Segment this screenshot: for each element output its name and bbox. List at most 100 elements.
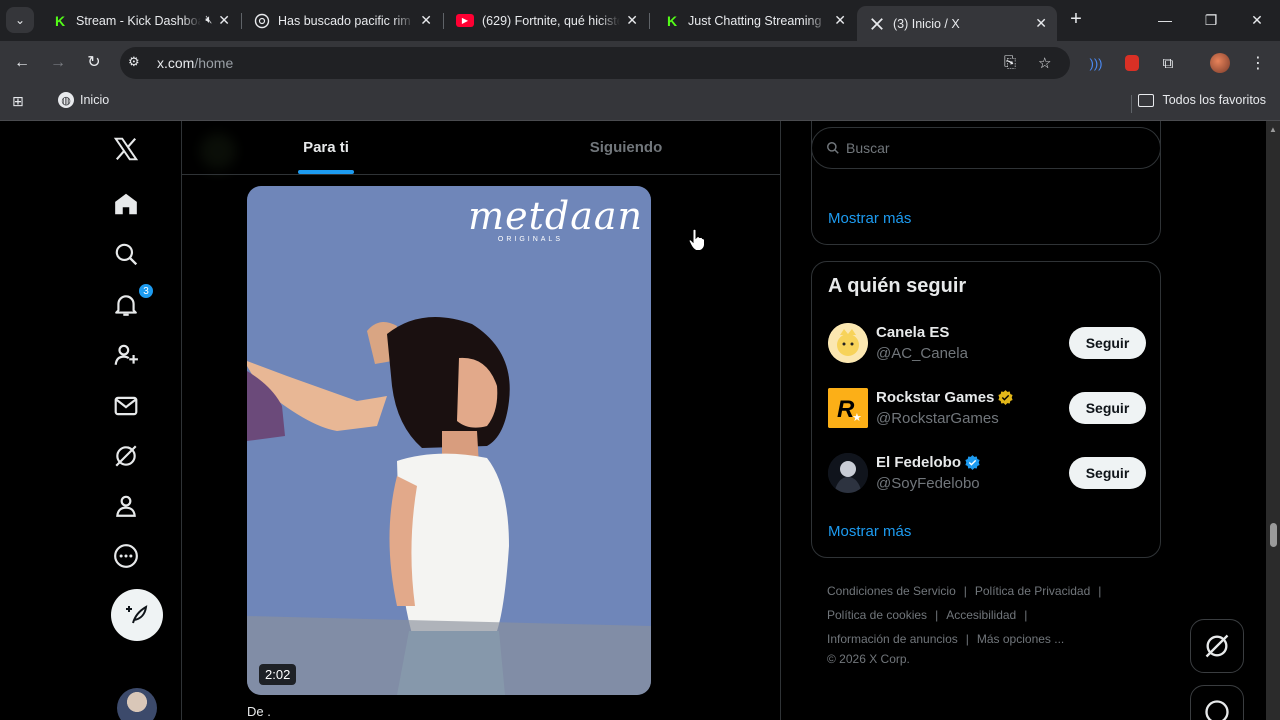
avatar: R ★ — [828, 388, 868, 428]
gold-verified-badge-icon — [998, 390, 1013, 405]
cookies-link[interactable]: Política de cookies — [827, 608, 927, 622]
globe-icon: ◍ — [58, 92, 74, 108]
bookmark-star-icon[interactable]: ☆ — [1038, 54, 1051, 72]
close-tab-icon[interactable]: ✕ — [626, 12, 638, 29]
grok-icon[interactable] — [112, 442, 140, 470]
show-more-follow-link[interactable]: Mostrar más — [828, 523, 911, 540]
suggestion-name: El Fedelobo — [876, 454, 981, 471]
x-logo-icon[interactable] — [112, 135, 140, 163]
privacy-link[interactable]: Política de Privacidad — [975, 584, 1090, 598]
close-tab-icon[interactable]: ✕ — [420, 12, 432, 29]
tab-search-button[interactable]: ⌄ — [6, 7, 34, 33]
x-logo-favicon-icon — [869, 16, 885, 32]
bookmark-inicio[interactable]: ◍ Inicio — [58, 92, 109, 108]
profile-avatar-icon[interactable] — [1210, 53, 1230, 73]
show-more-trends-link[interactable]: Mostrar más — [828, 210, 911, 227]
extension-adblock-icon[interactable] — [1122, 53, 1142, 73]
folder-icon — [1138, 93, 1155, 107]
new-tab-button[interactable]: + — [1064, 8, 1088, 32]
forward-button[interactable]: → — [46, 51, 70, 75]
search-icon — [827, 142, 839, 154]
profile-icon[interactable] — [112, 492, 140, 520]
apps-grid-icon[interactable]: ⊞ — [12, 93, 24, 110]
browser-menu-icon[interactable]: ⋮ — [1248, 53, 1268, 73]
browser-tab-google-search[interactable]: Has buscado pacific rim - Google ✕ — [242, 6, 442, 35]
chat-bubble-icon — [1205, 700, 1229, 720]
bookmarks-bar: ⊞ ◍ Inicio Todos los favoritos — [0, 85, 1280, 121]
suggestion-handle: @RockstarGames — [876, 410, 999, 427]
who-to-follow-title: A quién seguir — [828, 275, 967, 297]
restore-window-button[interactable]: ❐ — [1199, 8, 1223, 32]
ads-info-link[interactable]: Información de anuncios — [827, 632, 958, 646]
feed-tabs: Para ti Siguiendo — [182, 121, 780, 175]
back-button[interactable]: ← — [10, 51, 34, 75]
more-options-link[interactable]: Más opciones ... — [977, 632, 1064, 646]
browser-tab-x-home[interactable]: (3) Inicio / X ✕ — [857, 6, 1057, 41]
post-caption: De . — [247, 704, 271, 719]
grok-icon — [1205, 634, 1229, 658]
video-frame-illustration — [247, 316, 651, 695]
search-box[interactable]: Buscar — [811, 127, 1161, 169]
explore-search-icon[interactable] — [112, 240, 140, 268]
follow-button[interactable]: Seguir — [1069, 457, 1146, 489]
close-tab-icon[interactable]: ✕ — [834, 12, 846, 29]
notifications-badge: 3 — [138, 283, 154, 299]
sidebar-footer: Condiciones de Servicio | Política de Priv… — [827, 579, 1157, 667]
follow-suggestion-item[interactable]: El Fedelobo @SoyFedelobo Seguir — [828, 453, 1146, 497]
video-watermark: metdaan — [468, 194, 643, 238]
scrollbar-thumb[interactable] — [1270, 523, 1277, 547]
extensions-puzzle-icon[interactable]: ⧉ — [1158, 53, 1178, 73]
globe-favicon-icon — [254, 13, 270, 29]
accessibility-link[interactable]: Accesibilidad — [946, 608, 1016, 622]
terms-link[interactable]: Condiciones de Servicio — [827, 584, 956, 598]
browser-tab-kick-dashboard[interactable]: K Stream - Kick Dashboard 🔇︎ ✕ — [40, 6, 240, 35]
suggestion-name: Rockstar Games — [876, 389, 1014, 406]
feather-plus-icon — [126, 605, 148, 624]
home-icon[interactable] — [112, 190, 140, 218]
who-to-follow-card: A quién seguir Canela ES @AC_Canela Segu… — [811, 261, 1161, 558]
scroll-up-arrow-icon[interactable]: ▲ — [1269, 125, 1277, 134]
notifications-bell-icon[interactable]: 3 — [112, 283, 154, 319]
left-navigation: 3 — [100, 121, 180, 720]
active-tab-underline — [298, 170, 354, 174]
follow-suggestion-item[interactable]: Canela ES @AC_Canela Seguir — [828, 323, 1146, 367]
avatar — [828, 323, 868, 363]
follow-suggestion-item[interactable]: R ★ Rockstar Games @RockstarGames Seguir — [828, 388, 1146, 432]
messages-floating-button[interactable] — [1190, 685, 1244, 720]
compose-post-button[interactable] — [111, 589, 163, 641]
follow-button[interactable]: Seguir — [1069, 327, 1146, 359]
site-settings-icon[interactable]: ⚙ — [128, 54, 140, 70]
all-bookmarks-button[interactable]: Todos los favoritos — [1138, 93, 1266, 107]
hand-cursor-icon — [688, 228, 705, 251]
follow-user-icon[interactable] — [112, 341, 140, 369]
tab-following[interactable]: Siguiendo — [482, 121, 770, 174]
extension-wave-icon[interactable]: ))) — [1086, 53, 1106, 73]
more-options-icon[interactable] — [112, 542, 140, 570]
install-app-icon[interactable]: ⎘ — [1004, 54, 1016, 71]
video-watermark-sub: ORIGINALS — [497, 236, 563, 243]
tab-separator — [649, 13, 650, 29]
close-tab-icon[interactable]: ✕ — [1035, 15, 1047, 32]
follow-button[interactable]: Seguir — [1069, 392, 1146, 424]
browser-tab-kick-just-chatting[interactable]: K Just Chatting Streaming ✕ — [652, 6, 856, 35]
close-tab-icon[interactable]: ✕ — [218, 12, 230, 29]
bookmarks-divider — [1131, 95, 1132, 113]
address-bar[interactable]: ⚙ x.com/home ⎘ ☆ — [120, 47, 1070, 79]
browser-tabstrip: ⌄ K Stream - Kick Dashboard 🔇︎ ✕ Has bus… — [0, 0, 1280, 41]
minimize-window-button[interactable]: — — [1153, 8, 1177, 32]
tab-for-you[interactable]: Para ti — [182, 121, 470, 174]
grok-floating-button[interactable] — [1190, 619, 1244, 673]
suggestion-handle: @AC_Canela — [876, 345, 968, 362]
kick-favicon-icon: K — [666, 12, 678, 29]
avatar — [828, 453, 868, 493]
close-window-button[interactable]: ✕ — [1245, 8, 1269, 32]
url-text[interactable]: x.com/home — [157, 55, 233, 71]
browser-tab-youtube[interactable]: ▶ (629) Fortnite, qué hiciste ✕ — [444, 6, 648, 35]
post-video[interactable]: metdaan ORIGINALS 2:02 — [247, 186, 651, 695]
account-avatar[interactable] — [117, 688, 157, 720]
browser-toolbar: ← → ↻ ⚙ x.com/home ⎘ ☆ ))) ⧉ ⋮ — [0, 41, 1280, 85]
reload-button[interactable]: ↻ — [82, 51, 106, 75]
messages-envelope-icon[interactable] — [112, 392, 140, 420]
muted-speaker-icon[interactable]: 🔇︎ — [205, 14, 212, 27]
page-scrollbar[interactable]: ▲ — [1266, 121, 1280, 720]
